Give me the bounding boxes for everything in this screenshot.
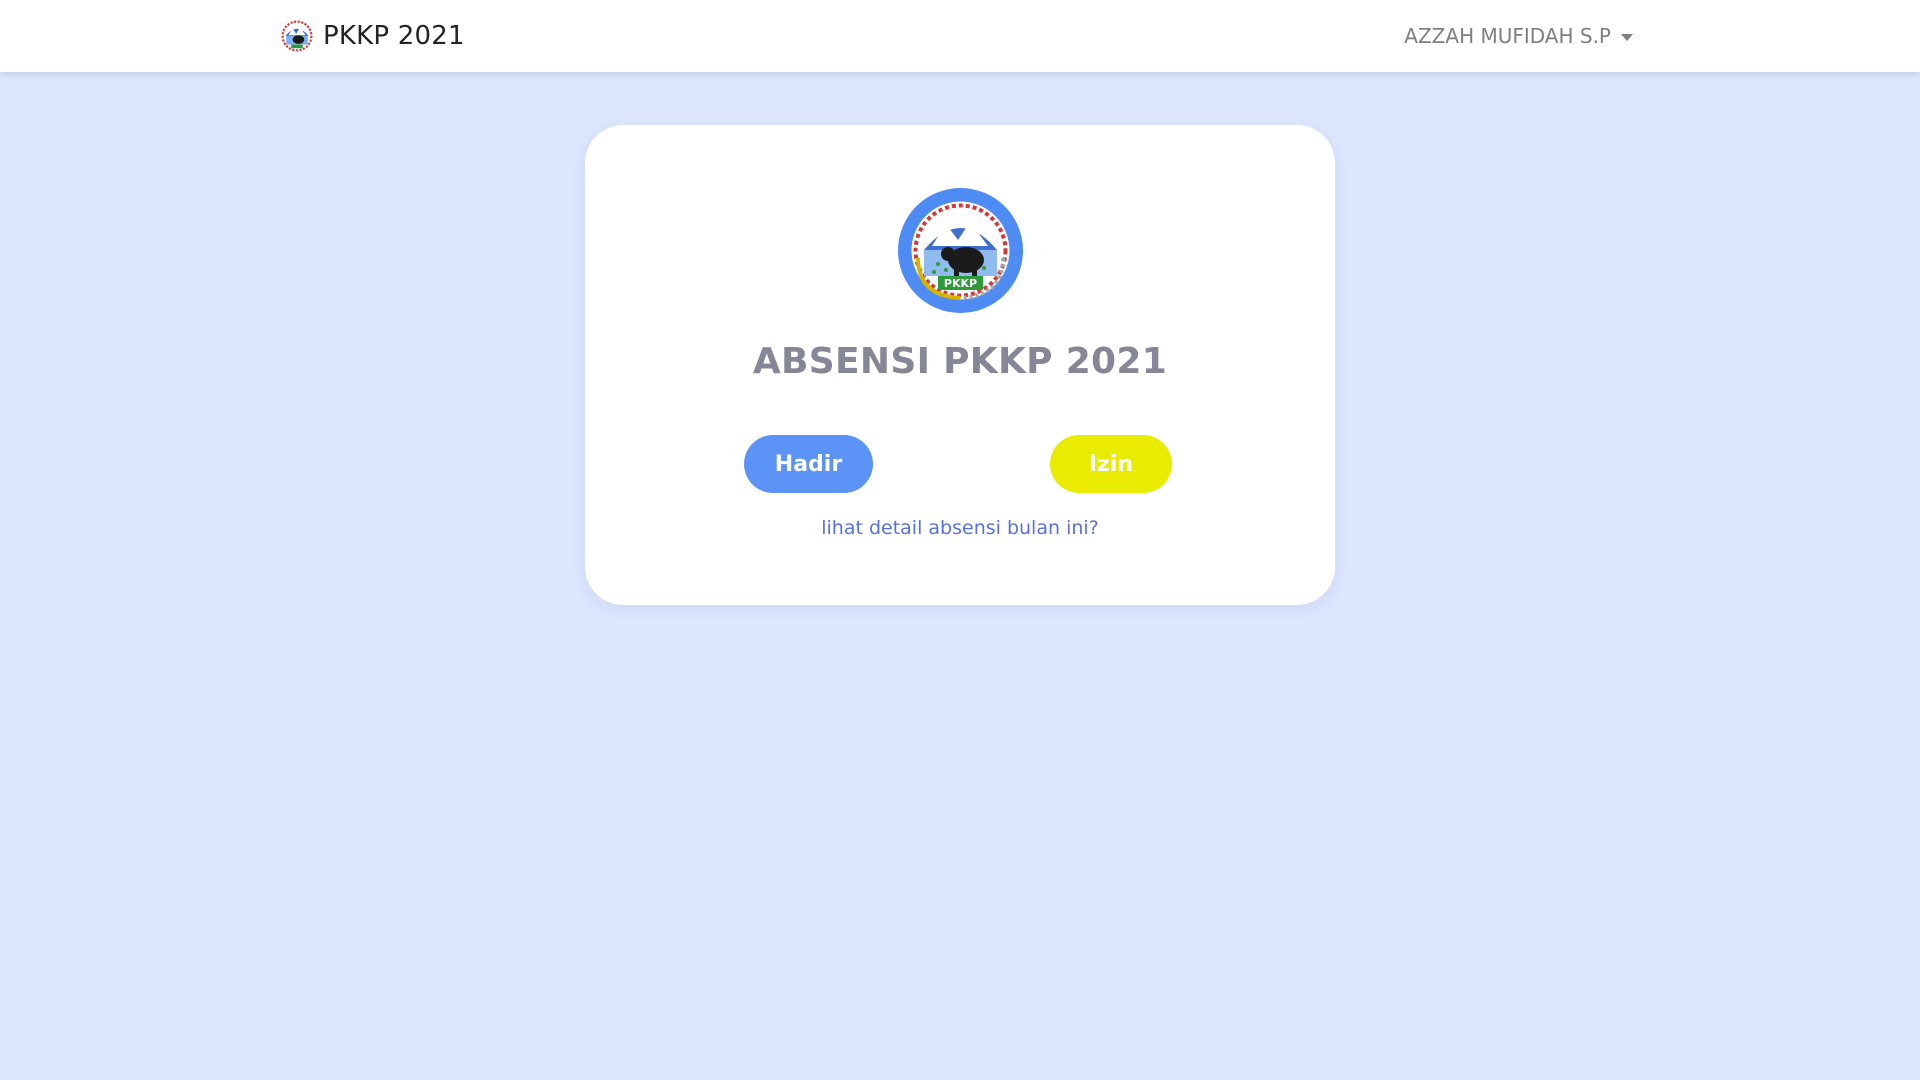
brand-title: PKKP 2021: [323, 21, 465, 51]
top-navbar: PKKP 2021 AZZAH MUFIDAH S.P: [0, 0, 1920, 72]
pkkp-emblem-icon: PKKP: [898, 188, 1023, 313]
izin-button[interactable]: Izin: [1050, 435, 1172, 493]
user-name: AZZAH MUFIDAH S.P: [1404, 24, 1611, 48]
pkkp-logo-icon: [279, 18, 315, 54]
attendance-card: PKKP ABSENSI PKKP 2021 Hadir Izin lihat …: [585, 125, 1335, 605]
emblem-text: PKKP: [944, 277, 977, 290]
hadir-button[interactable]: Hadir: [744, 435, 873, 493]
page-title: ABSENSI PKKP 2021: [752, 341, 1168, 382]
caret-down-icon: [1621, 33, 1633, 41]
user-dropdown[interactable]: AZZAH MUFIDAH S.P: [1404, 20, 1633, 52]
attendance-detail-link[interactable]: lihat detail absensi bulan ini?: [585, 517, 1335, 539]
navbar-brand[interactable]: PKKP 2021: [279, 15, 465, 57]
